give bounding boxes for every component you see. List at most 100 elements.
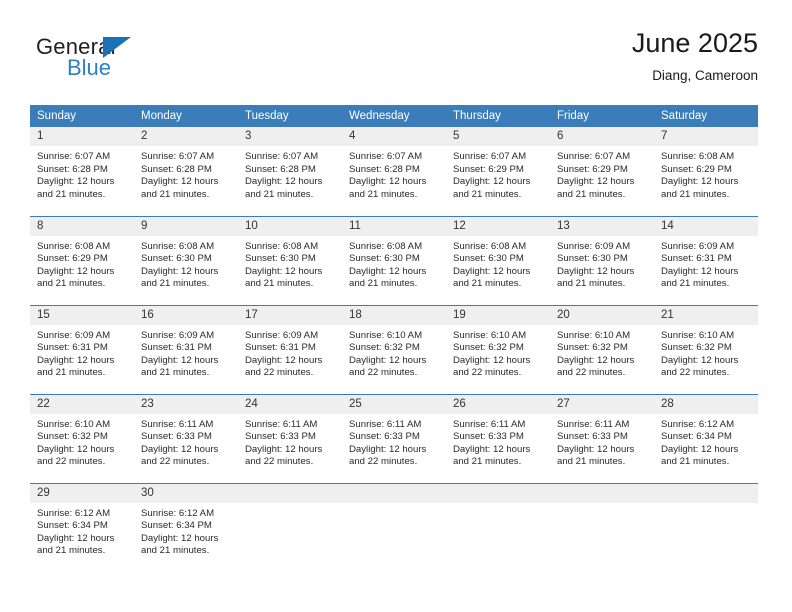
day-number: 2 xyxy=(134,127,238,146)
day-details: Sunrise: 6:09 AM Sunset: 6:31 PM Daylight:… xyxy=(654,236,758,291)
day-details: Sunrise: 6:07 AM Sunset: 6:28 PM Daylight:… xyxy=(342,146,446,201)
sunrise-text: Sunrise: 6:10 AM xyxy=(37,418,111,430)
calendar-day-cell[interactable]: 7 Sunrise: 6:08 AM Sunset: 6:29 PM Daylight… xyxy=(654,127,758,216)
sunset-text: Sunset: 6:32 PM xyxy=(349,342,420,354)
weekday-header-monday: Monday xyxy=(134,105,238,127)
calendar-day-cell[interactable]: 22 Sunrise: 6:10 AM Sunset: 6:32 PM Dayligh… xyxy=(30,393,134,483)
page-header: General Blue June 2025 Diang, Cameroon xyxy=(30,26,758,98)
calendar-day-cell[interactable]: 29 Sunrise: 6:12 AM Sunset: 6:34 PM Dayligh… xyxy=(30,482,134,572)
calendar-day-cell[interactable]: 27 Sunrise: 6:11 AM Sunset: 6:33 PM Dayligh… xyxy=(550,393,654,483)
title-block: June 2025 Diang, Cameroon xyxy=(632,26,758,86)
page-title: June 2025 xyxy=(631,28,758,58)
calendar-day-cell-empty xyxy=(342,482,446,572)
daylight-text: Daylight: 12 hours and 22 minutes. xyxy=(661,354,739,379)
sunrise-text: Sunrise: 6:09 AM xyxy=(557,240,631,252)
calendar-day-cell[interactable]: 4 Sunrise: 6:07 AM Sunset: 6:28 PM Daylight… xyxy=(342,127,446,216)
day-details xyxy=(342,503,446,508)
day-number: 8 xyxy=(30,216,134,236)
day-details xyxy=(550,503,654,508)
day-number: 22 xyxy=(30,394,134,414)
sunset-text: Sunset: 6:32 PM xyxy=(661,342,732,354)
calendar-day-cell[interactable]: 23 Sunrise: 6:11 AM Sunset: 6:33 PM Dayligh… xyxy=(134,393,238,483)
day-number: 25 xyxy=(342,394,446,414)
sunrise-text: Sunrise: 6:07 AM xyxy=(245,151,319,162)
sunset-text: Sunset: 6:32 PM xyxy=(557,342,628,354)
daylight-text: Daylight: 12 hours and 22 minutes. xyxy=(453,354,531,379)
day-details: Sunrise: 6:09 AM Sunset: 6:31 PM Daylight:… xyxy=(30,325,134,380)
day-number: 15 xyxy=(30,305,134,325)
weekday-header-saturday: Saturday xyxy=(654,105,758,127)
daylight-text: Daylight: 12 hours and 22 minutes. xyxy=(557,354,635,379)
calendar-day-cell[interactable]: 17 Sunrise: 6:09 AM Sunset: 6:31 PM Dayligh… xyxy=(238,304,342,394)
sunrise-text: Sunrise: 6:08 AM xyxy=(141,240,215,252)
day-number: 18 xyxy=(342,305,446,325)
calendar-day-cell[interactable]: 2 Sunrise: 6:07 AM Sunset: 6:28 PM Daylight… xyxy=(134,127,238,216)
sunrise-text: Sunrise: 6:12 AM xyxy=(37,507,111,519)
daylight-text: Daylight: 12 hours and 21 minutes. xyxy=(37,265,115,290)
day-number: 11 xyxy=(342,216,446,236)
sunrise-text: Sunrise: 6:08 AM xyxy=(453,240,527,252)
day-number: 24 xyxy=(238,394,342,414)
calendar-day-cell[interactable]: 11 Sunrise: 6:08 AM Sunset: 6:30 PM Dayligh… xyxy=(342,215,446,305)
day-number: 17 xyxy=(238,305,342,325)
sunset-text: Sunset: 6:28 PM xyxy=(349,163,420,175)
calendar-day-cell[interactable]: 6 Sunrise: 6:07 AM Sunset: 6:29 PM Daylight… xyxy=(550,127,654,216)
calendar-day-cell[interactable]: 3 Sunrise: 6:07 AM Sunset: 6:28 PM Daylight… xyxy=(238,127,342,216)
daylight-text: Daylight: 12 hours and 21 minutes. xyxy=(141,265,219,290)
calendar-day-cell[interactable]: 9 Sunrise: 6:08 AM Sunset: 6:30 PM Daylight… xyxy=(134,215,238,305)
day-details: Sunrise: 6:08 AM Sunset: 6:29 PM Daylight:… xyxy=(654,146,758,201)
daylight-text: Daylight: 12 hours and 21 minutes. xyxy=(453,443,531,468)
day-number xyxy=(238,483,342,503)
sunrise-text: Sunrise: 6:09 AM xyxy=(141,329,215,341)
calendar-day-cell[interactable]: 13 Sunrise: 6:09 AM Sunset: 6:30 PM Dayligh… xyxy=(550,215,654,305)
daylight-text: Daylight: 12 hours and 21 minutes. xyxy=(557,176,635,200)
sunset-text: Sunset: 6:33 PM xyxy=(245,431,316,443)
day-details: Sunrise: 6:11 AM Sunset: 6:33 PM Daylight:… xyxy=(238,414,342,469)
weekday-header-sunday: Sunday xyxy=(30,105,134,127)
calendar-day-cell[interactable]: 28 Sunrise: 6:12 AM Sunset: 6:34 PM Dayligh… xyxy=(654,393,758,483)
calendar-day-cell[interactable]: 10 Sunrise: 6:08 AM Sunset: 6:30 PM Dayligh… xyxy=(238,215,342,305)
sunset-text: Sunset: 6:32 PM xyxy=(37,431,108,443)
calendar-day-cell[interactable]: 12 Sunrise: 6:08 AM Sunset: 6:30 PM Dayligh… xyxy=(446,215,550,305)
day-details: Sunrise: 6:08 AM Sunset: 6:30 PM Daylight:… xyxy=(238,236,342,291)
calendar-day-cell[interactable]: 21 Sunrise: 6:10 AM Sunset: 6:32 PM Dayligh… xyxy=(654,304,758,394)
general-blue-logo[interactable]: General Blue xyxy=(36,34,256,90)
calendar-day-cell[interactable]: 30 Sunrise: 6:12 AM Sunset: 6:34 PM Dayligh… xyxy=(134,482,238,572)
sunset-text: Sunset: 6:30 PM xyxy=(245,253,316,265)
calendar-day-cell[interactable]: 26 Sunrise: 6:11 AM Sunset: 6:33 PM Dayligh… xyxy=(446,393,550,483)
sunset-text: Sunset: 6:32 PM xyxy=(453,342,524,354)
day-number xyxy=(654,483,758,503)
day-number xyxy=(446,483,550,503)
calendar-day-cell[interactable]: 18 Sunrise: 6:10 AM Sunset: 6:32 PM Dayligh… xyxy=(342,304,446,394)
calendar-day-cell[interactable]: 5 Sunrise: 6:07 AM Sunset: 6:29 PM Daylight… xyxy=(446,127,550,216)
calendar-day-cell[interactable]: 16 Sunrise: 6:09 AM Sunset: 6:31 PM Dayligh… xyxy=(134,304,238,394)
daylight-text: Daylight: 12 hours and 21 minutes. xyxy=(349,176,427,200)
daylight-text: Daylight: 12 hours and 22 minutes. xyxy=(141,443,219,468)
logo-text-blue: Blue xyxy=(67,55,112,80)
daylight-text: Daylight: 12 hours and 22 minutes. xyxy=(349,443,427,468)
calendar-day-cell[interactable]: 15 Sunrise: 6:09 AM Sunset: 6:31 PM Dayligh… xyxy=(30,304,134,394)
sunrise-text: Sunrise: 6:09 AM xyxy=(661,240,735,252)
calendar-day-cell[interactable]: 14 Sunrise: 6:09 AM Sunset: 6:31 PM Dayligh… xyxy=(654,215,758,305)
daylight-text: Daylight: 12 hours and 21 minutes. xyxy=(37,176,115,200)
sunrise-text: Sunrise: 6:07 AM xyxy=(349,151,423,162)
calendar-day-cell[interactable]: 24 Sunrise: 6:11 AM Sunset: 6:33 PM Dayligh… xyxy=(238,393,342,483)
calendar-header-row: Sunday Monday Tuesday Wednesday Thursday… xyxy=(30,105,758,127)
calendar-day-cell[interactable]: 25 Sunrise: 6:11 AM Sunset: 6:33 PM Dayligh… xyxy=(342,393,446,483)
day-number: 16 xyxy=(134,305,238,325)
day-details: Sunrise: 6:07 AM Sunset: 6:28 PM Daylight:… xyxy=(30,146,134,201)
day-details: Sunrise: 6:07 AM Sunset: 6:29 PM Daylight:… xyxy=(446,146,550,201)
day-details: Sunrise: 6:08 AM Sunset: 6:30 PM Daylight:… xyxy=(446,236,550,291)
sunset-text: Sunset: 6:28 PM xyxy=(37,163,108,175)
day-number: 12 xyxy=(446,216,550,236)
sunset-text: Sunset: 6:33 PM xyxy=(349,431,420,443)
calendar-day-cell[interactable]: 19 Sunrise: 6:10 AM Sunset: 6:32 PM Dayligh… xyxy=(446,304,550,394)
daylight-text: Daylight: 12 hours and 21 minutes. xyxy=(245,176,323,200)
sunset-text: Sunset: 6:34 PM xyxy=(141,520,212,532)
sunrise-text: Sunrise: 6:07 AM xyxy=(557,151,631,162)
day-number xyxy=(342,483,446,503)
sunset-text: Sunset: 6:33 PM xyxy=(453,431,524,443)
calendar-day-cell[interactable]: 1 Sunrise: 6:07 AM Sunset: 6:28 PM Daylight… xyxy=(30,127,134,216)
calendar-day-cell[interactable]: 20 Sunrise: 6:10 AM Sunset: 6:32 PM Dayligh… xyxy=(550,304,654,394)
calendar-day-cell[interactable]: 8 Sunrise: 6:08 AM Sunset: 6:29 PM Daylight… xyxy=(30,215,134,305)
